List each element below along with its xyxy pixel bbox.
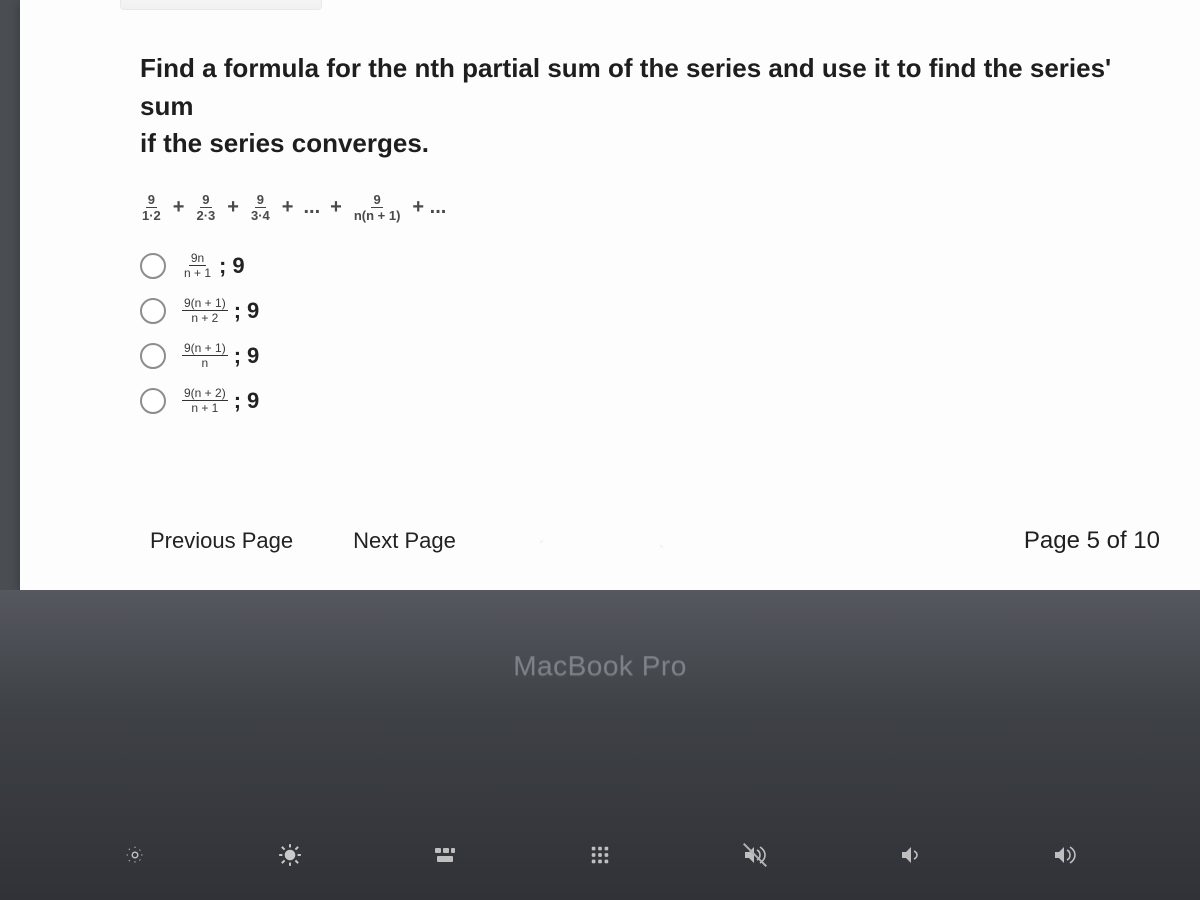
series-general-term: 9 n(n + 1)	[352, 193, 403, 222]
next-page-button[interactable]: Next Page	[343, 522, 466, 560]
series-term-1: 9 1·2	[140, 193, 163, 222]
option-d[interactable]: 9(n + 2) n + 1 ; 9	[140, 387, 1160, 414]
speck	[540, 540, 543, 543]
speck	[660, 545, 663, 548]
question-text: Find a formula for the nth partial sum o…	[140, 0, 1160, 163]
radio-d[interactable]	[140, 388, 166, 414]
trailing: + ...	[412, 196, 446, 219]
series-expression: 9 1·2 + 9 2·3 + 9 3·4 + ... + 9 n(n + 1)…	[140, 193, 1160, 222]
mission-control-icon	[425, 840, 465, 870]
option-d-body: 9(n + 2) n + 1 ; 9	[182, 387, 259, 414]
plus-4: +	[330, 196, 342, 219]
function-key-row	[0, 840, 1200, 870]
option-a-body: 9n n + 1 ; 9	[182, 252, 245, 279]
previous-page-button[interactable]: Previous Page	[140, 522, 303, 560]
series-term-2: 9 2·3	[194, 193, 217, 222]
series-term-3: 9 3·4	[249, 193, 272, 222]
volume-low-icon	[890, 840, 930, 870]
laptop-bezel: MacBook Pro	[0, 590, 1200, 900]
quiz-page: Find a formula for the nth partial sum o…	[20, 0, 1200, 590]
page-nav: Previous Page Next Page Page 5 of 10	[140, 522, 1160, 560]
option-b-body: 9(n + 1) n + 2 ; 9	[182, 297, 259, 324]
plus-3: +	[282, 196, 294, 219]
radio-a[interactable]	[140, 253, 166, 279]
volume-high-icon	[1045, 840, 1085, 870]
mute-icon	[735, 840, 775, 870]
plus-2: +	[227, 196, 239, 219]
question-line-2: if the series converges.	[140, 128, 429, 158]
toolbar-fragment	[120, 0, 322, 10]
brightness-high-icon	[270, 840, 310, 870]
device-label: MacBook Pro	[0, 650, 1200, 682]
question-line-1: Find a formula for the nth partial sum o…	[140, 53, 1111, 121]
option-c[interactable]: 9(n + 1) n ; 9	[140, 342, 1160, 369]
radio-b[interactable]	[140, 298, 166, 324]
brightness-low-icon	[115, 840, 155, 870]
option-b[interactable]: 9(n + 1) n + 2 ; 9	[140, 297, 1160, 324]
page-indicator: Page 5 of 10	[1024, 527, 1160, 555]
ellipsis-1: ...	[303, 196, 320, 219]
plus-1: +	[173, 196, 185, 219]
answer-options: 9n n + 1 ; 9 9(n + 1) n + 2 ; 9	[140, 252, 1160, 414]
radio-c[interactable]	[140, 343, 166, 369]
launchpad-icon	[580, 840, 620, 870]
option-a[interactable]: 9n n + 1 ; 9	[140, 252, 1160, 279]
option-c-body: 9(n + 1) n ; 9	[182, 342, 259, 369]
